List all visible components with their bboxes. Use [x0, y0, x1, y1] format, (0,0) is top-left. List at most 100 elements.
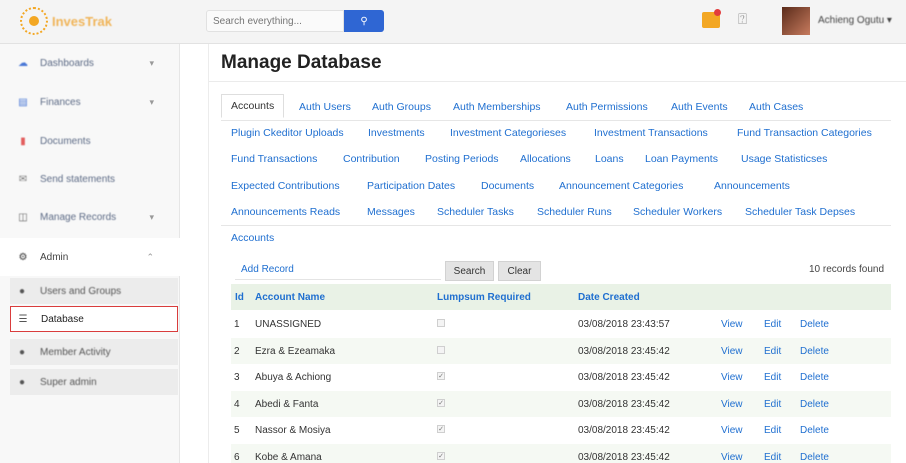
tab-investment-transactions[interactable]: Investment Transactions [594, 127, 708, 139]
activity-icon: ● [18, 346, 26, 358]
add-record-link[interactable]: Add Record [235, 260, 441, 280]
top-bar: InvesTrak ⚲ ⍰ Achieng Ogutu ▾ [0, 0, 906, 44]
tab-scheduler-workers[interactable]: Scheduler Workers [633, 206, 722, 218]
edit-link[interactable]: Edit [764, 372, 781, 383]
chevron-up-icon: ⌃ [146, 251, 154, 262]
tab-fund-transaction-categories[interactable]: Fund Transaction Categories [737, 127, 872, 139]
tab-auth-events[interactable]: Auth Events [671, 101, 728, 113]
edit-link[interactable]: Edit [764, 399, 781, 410]
sidebar-subitem-super-admin[interactable]: ● Super admin [10, 369, 178, 395]
tab-documents[interactable]: Documents [481, 180, 534, 192]
table-row: 1 UNASSIGNED 03/08/2018 23:43:57 View Ed… [234, 319, 829, 330]
tab-accounts-2[interactable]: Accounts [231, 232, 274, 244]
tab-loans[interactable]: Loans [595, 153, 624, 165]
gears-icon: ⚙ [18, 251, 28, 263]
edit-link[interactable]: Edit [764, 452, 781, 463]
edit-link[interactable]: Edit [764, 346, 781, 357]
view-link[interactable]: View [721, 346, 743, 357]
avatar[interactable] [782, 7, 810, 35]
lumpsum-checkbox: ✓ [437, 451, 445, 460]
delete-link[interactable]: Delete [800, 399, 829, 410]
clear-button[interactable]: Clear [498, 261, 541, 281]
view-link[interactable]: View [721, 319, 743, 330]
delete-link[interactable]: Delete [800, 452, 829, 463]
tab-investments[interactable]: Investments [368, 127, 425, 139]
column-header-id[interactable]: Id [235, 292, 244, 303]
view-link[interactable]: View [721, 372, 743, 383]
bell-icon[interactable]: ⍰ [738, 11, 747, 28]
lumpsum-checkbox: ✓ [437, 372, 445, 380]
sidebar-item-manage-records[interactable]: ◫ Manage Records ▾ [0, 198, 180, 236]
sidebar-item-send-statements[interactable]: ✉ Send statements [0, 160, 180, 198]
table-header-row: Id Account Name Lumpsum Required Date Cr… [231, 284, 891, 310]
cloud-icon: ☁ [18, 57, 28, 69]
tabs-divider [221, 120, 891, 121]
tab-announcements-reads[interactable]: Announcements Reads [231, 206, 340, 218]
superadmin-icon: ● [18, 376, 26, 388]
tab-auth-groups[interactable]: Auth Groups [372, 101, 431, 113]
column-header-lumpsum-required[interactable]: Lumpsum Required [437, 292, 531, 303]
delete-link[interactable]: Delete [800, 346, 829, 357]
tab-fund-transactions[interactable]: Fund Transactions [231, 153, 317, 165]
tab-loan-payments[interactable]: Loan Payments [645, 153, 718, 165]
users-icon: ● [18, 285, 26, 297]
sidebar: ☁ Dashboards ▾ ▤ Finances ▾ ▮ Documents … [0, 44, 180, 463]
tab-usage-statisticses[interactable]: Usage Statisticses [741, 153, 827, 165]
tab-scheduler-tasks[interactable]: Scheduler Tasks [437, 206, 514, 218]
view-link[interactable]: View [721, 399, 743, 410]
lumpsum-checkbox [437, 319, 445, 327]
edit-link[interactable]: Edit [764, 319, 781, 330]
sidebar-subitem-database[interactable]: ☰ Database [10, 306, 178, 332]
edit-link[interactable]: Edit [764, 425, 781, 436]
delete-link[interactable]: Delete [800, 319, 829, 330]
search-records-button[interactable]: Search [445, 261, 494, 281]
tab-scheduler-runs[interactable]: Scheduler Runs [537, 206, 612, 218]
table-row: 3 Abuya & Achiong ✓ 03/08/2018 23:45:42 … [234, 372, 829, 383]
table-row: 6 Kobe & Amana ✓ 03/08/2018 23:45:42 Vie… [231, 443, 891, 463]
search-input[interactable] [206, 10, 344, 32]
tab-scheduler-task-depses[interactable]: Scheduler Task Depses [745, 206, 855, 218]
tabs-divider-bottom [221, 225, 891, 226]
content-header: Manage Database [209, 44, 906, 82]
sidebar-subitem-member-activity[interactable]: ● Member Activity [10, 339, 178, 365]
money-icon: ▤ [18, 96, 28, 108]
send-icon: ✉ [18, 173, 28, 185]
user-menu[interactable]: Achieng Ogutu ▾ [818, 15, 892, 26]
tab-plugin-ckeditor-uploads[interactable]: Plugin Ckeditor Uploads [231, 127, 344, 139]
tab-auth-permissions[interactable]: Auth Permissions [566, 101, 648, 113]
document-icon: ▮ [20, 135, 26, 147]
app-logo[interactable]: InvesTrak [20, 6, 112, 36]
global-search: ⚲ [206, 10, 384, 32]
tab-auth-users[interactable]: Auth Users [299, 101, 351, 113]
tab-allocations[interactable]: Allocations [520, 153, 571, 165]
column-header-date-created[interactable]: Date Created [578, 292, 640, 303]
column-header-account-name[interactable]: Account Name [255, 292, 325, 303]
page-title: Manage Database [221, 52, 382, 73]
logo-text: InvesTrak [52, 13, 112, 29]
tab-auth-memberships[interactable]: Auth Memberships [453, 101, 541, 113]
tab-auth-cases[interactable]: Auth Cases [749, 101, 803, 113]
delete-link[interactable]: Delete [800, 425, 829, 436]
delete-link[interactable]: Delete [800, 372, 829, 383]
tab-accounts[interactable]: Accounts [221, 94, 285, 118]
tab-announcements[interactable]: Announcements [714, 180, 790, 192]
sidebar-subitem-users-and-groups[interactable]: ● Users and Groups [10, 278, 178, 304]
tab-contribution[interactable]: Contribution [343, 153, 400, 165]
search-button[interactable]: ⚲ [344, 10, 384, 32]
tab-participation-dates[interactable]: Participation Dates [367, 180, 455, 192]
view-link[interactable]: View [721, 452, 743, 463]
chevron-down-icon: ▾ [149, 211, 154, 222]
sidebar-item-documents[interactable]: ▮ Documents [0, 122, 180, 160]
sidebar-item-finances[interactable]: ▤ Finances ▾ [0, 83, 180, 121]
sidebar-item-dashboards[interactable]: ☁ Dashboards ▾ [0, 44, 180, 82]
table-row: 4 Abedi & Fanta ✓ 03/08/2018 23:45:42 Vi… [231, 390, 891, 417]
tab-expected-contributions[interactable]: Expected Contributions [231, 180, 340, 192]
tab-investment-categorieses[interactable]: Investment Categorieses [450, 127, 566, 139]
tab-messages[interactable]: Messages [367, 206, 415, 218]
view-link[interactable]: View [721, 425, 743, 436]
logo-icon [20, 7, 48, 35]
table-row: 5 Nassor & Mosiya ✓ 03/08/2018 23:45:42 … [234, 425, 829, 436]
tab-announcement-categories[interactable]: Announcement Categories [559, 180, 683, 192]
sidebar-item-admin[interactable]: ⚙ Admin ⌃ [0, 238, 180, 276]
tab-posting-periods[interactable]: Posting Periods [425, 153, 499, 165]
